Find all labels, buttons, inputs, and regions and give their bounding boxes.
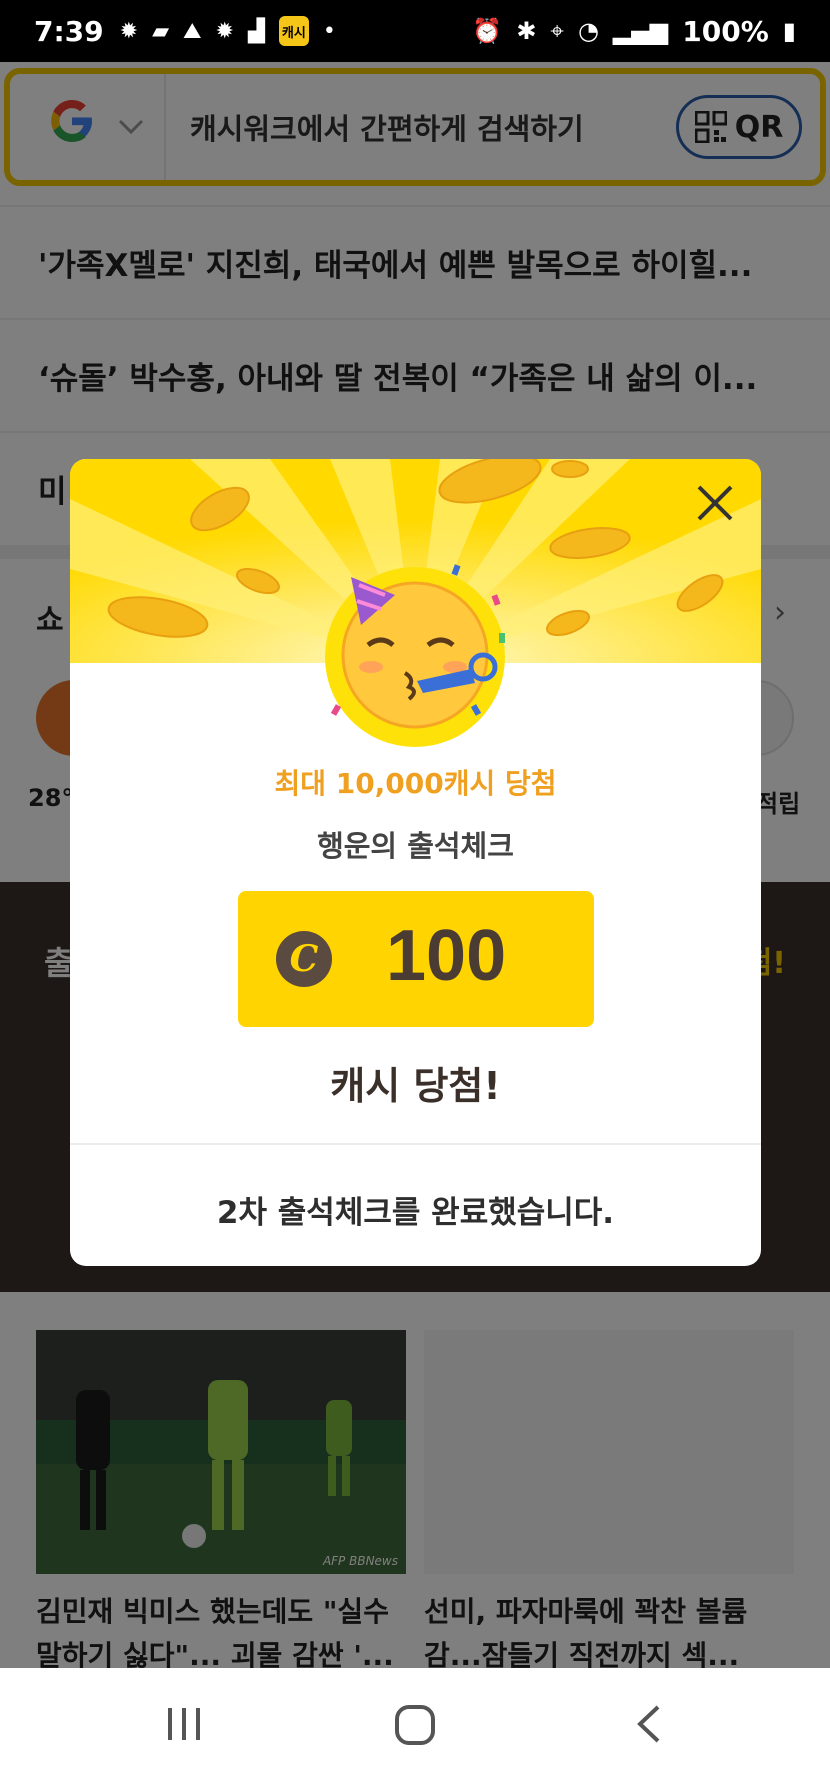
reward-amount-box: C 100	[238, 891, 594, 1027]
message-icon: ▰	[152, 18, 170, 44]
max-reward-text: 최대 10,000캐시 당첨	[274, 767, 557, 800]
settings-gear-icon-2: ✹	[215, 18, 234, 44]
mountain-icon: ⛰	[183, 18, 202, 44]
status-bar: 7:39 ✹ ▰ ⛰ ✹ ▟ 캐시 • ⏰ ✱ ⌖ ◔ ▂▄▆ 100% ▮	[0, 0, 830, 62]
back-icon[interactable]	[634, 1704, 664, 1748]
dot-icon: •	[322, 18, 336, 44]
signal-icon: ▂▄▆	[612, 17, 669, 45]
clock: 7:39	[34, 14, 104, 48]
battery-icon: ▮	[782, 17, 796, 45]
recent-apps-icon[interactable]	[164, 1704, 204, 1748]
location-icon: ⌖	[550, 17, 564, 45]
battery-percent: 100%	[682, 14, 769, 48]
home-icon[interactable]	[394, 1704, 436, 1750]
close-icon[interactable]	[693, 481, 737, 525]
settings-gear-icon: ✹	[119, 18, 139, 44]
completion-message[interactable]: 2차 출석체크를 완료했습니다.	[70, 1187, 761, 1232]
win-message: 캐시 당첨!	[330, 1064, 501, 1108]
notification-icons: ✹ ▰ ⛰ ✹ ▟ 캐시 •	[120, 16, 336, 46]
dialog-title: 행운의 출석체크	[317, 829, 514, 863]
system-icons: ⏰ ✱ ⌖ ◔ ▂▄▆ 100% ▮	[472, 15, 796, 48]
cash-coin-icon: C	[276, 931, 332, 987]
reward-amount: 100	[386, 916, 507, 996]
bluetooth-icon: ✱	[516, 17, 537, 45]
stairs-icon: ▟	[247, 18, 265, 44]
alarm-icon: ⏰	[472, 17, 503, 45]
wifi-icon: ◔	[577, 17, 599, 45]
cashwalk-app-icon: 캐시	[278, 16, 309, 46]
navigation-bar	[0, 1668, 830, 1780]
attendance-reward-dialog: 최대 10,000캐시 당첨 행운의 출석체크 C 100 캐시 당첨! 2차 …	[70, 459, 761, 1266]
divider	[70, 1143, 761, 1145]
party-face-icon	[323, 555, 523, 739]
